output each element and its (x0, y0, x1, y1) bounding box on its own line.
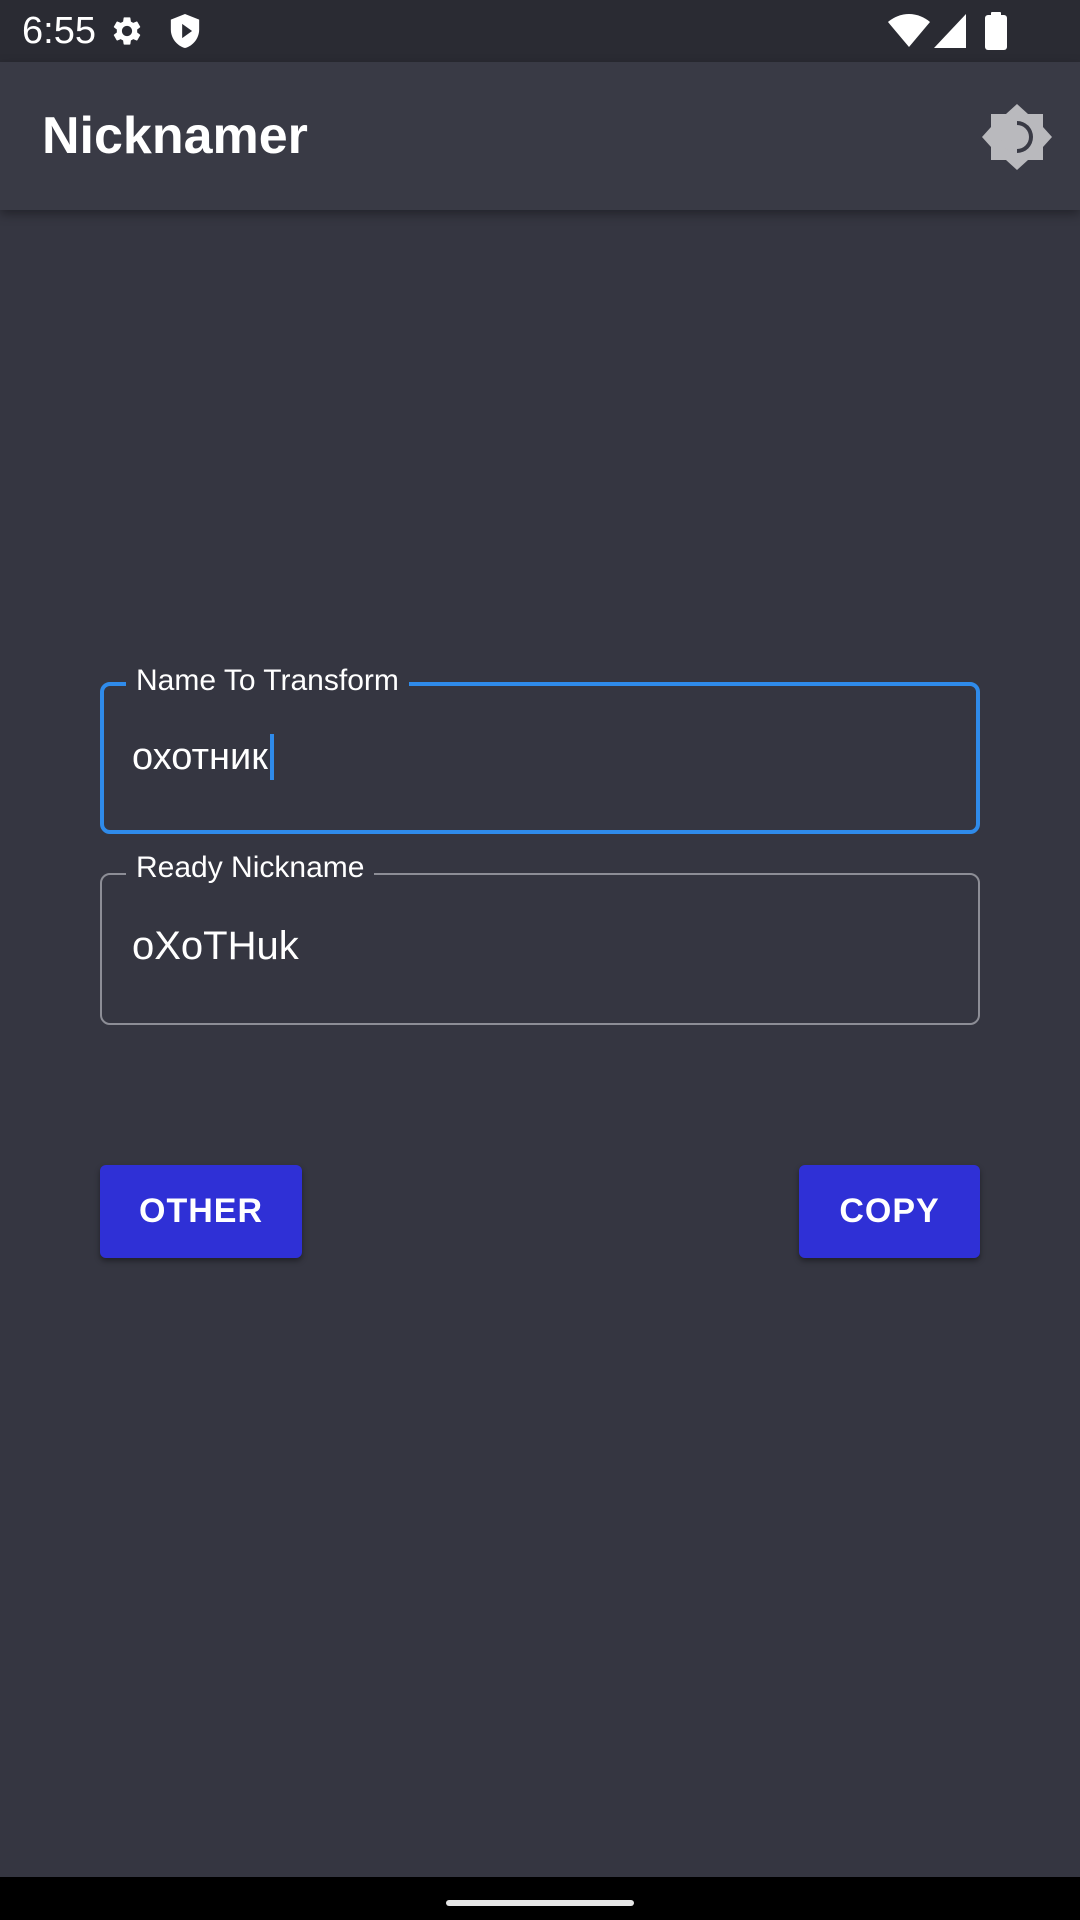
ready-nickname-label: Ready Nickname (126, 849, 375, 887)
app-bar: Nicknamer (0, 62, 1080, 210)
copy-button[interactable]: COPY (799, 1165, 980, 1258)
status-bar: 6:55 (0, 0, 1080, 62)
name-to-transform-value: охотник (132, 736, 268, 778)
status-time: 6:55 (22, 10, 96, 52)
wifi-icon (888, 14, 930, 47)
name-to-transform-input[interactable]: охотник (132, 734, 274, 780)
ready-nickname-field[interactable]: Ready Nickname oXoTHuk (100, 849, 980, 1025)
battery-icon (985, 12, 1007, 50)
navigation-bar (0, 1877, 1080, 1920)
home-gesture-handle[interactable] (446, 1900, 634, 1906)
name-to-transform-field[interactable]: Name To Transform охотник (100, 662, 980, 834)
shield-icon (170, 14, 200, 48)
brightness-icon[interactable] (982, 102, 1052, 172)
gear-icon (113, 17, 141, 45)
app-title: Nicknamer (42, 107, 308, 165)
signal-icon (934, 14, 966, 48)
ready-nickname-value[interactable]: oXoTHuk (132, 923, 299, 969)
name-to-transform-label: Name To Transform (126, 662, 409, 700)
text-cursor (269, 734, 274, 780)
other-button[interactable]: OTHER (100, 1165, 302, 1258)
